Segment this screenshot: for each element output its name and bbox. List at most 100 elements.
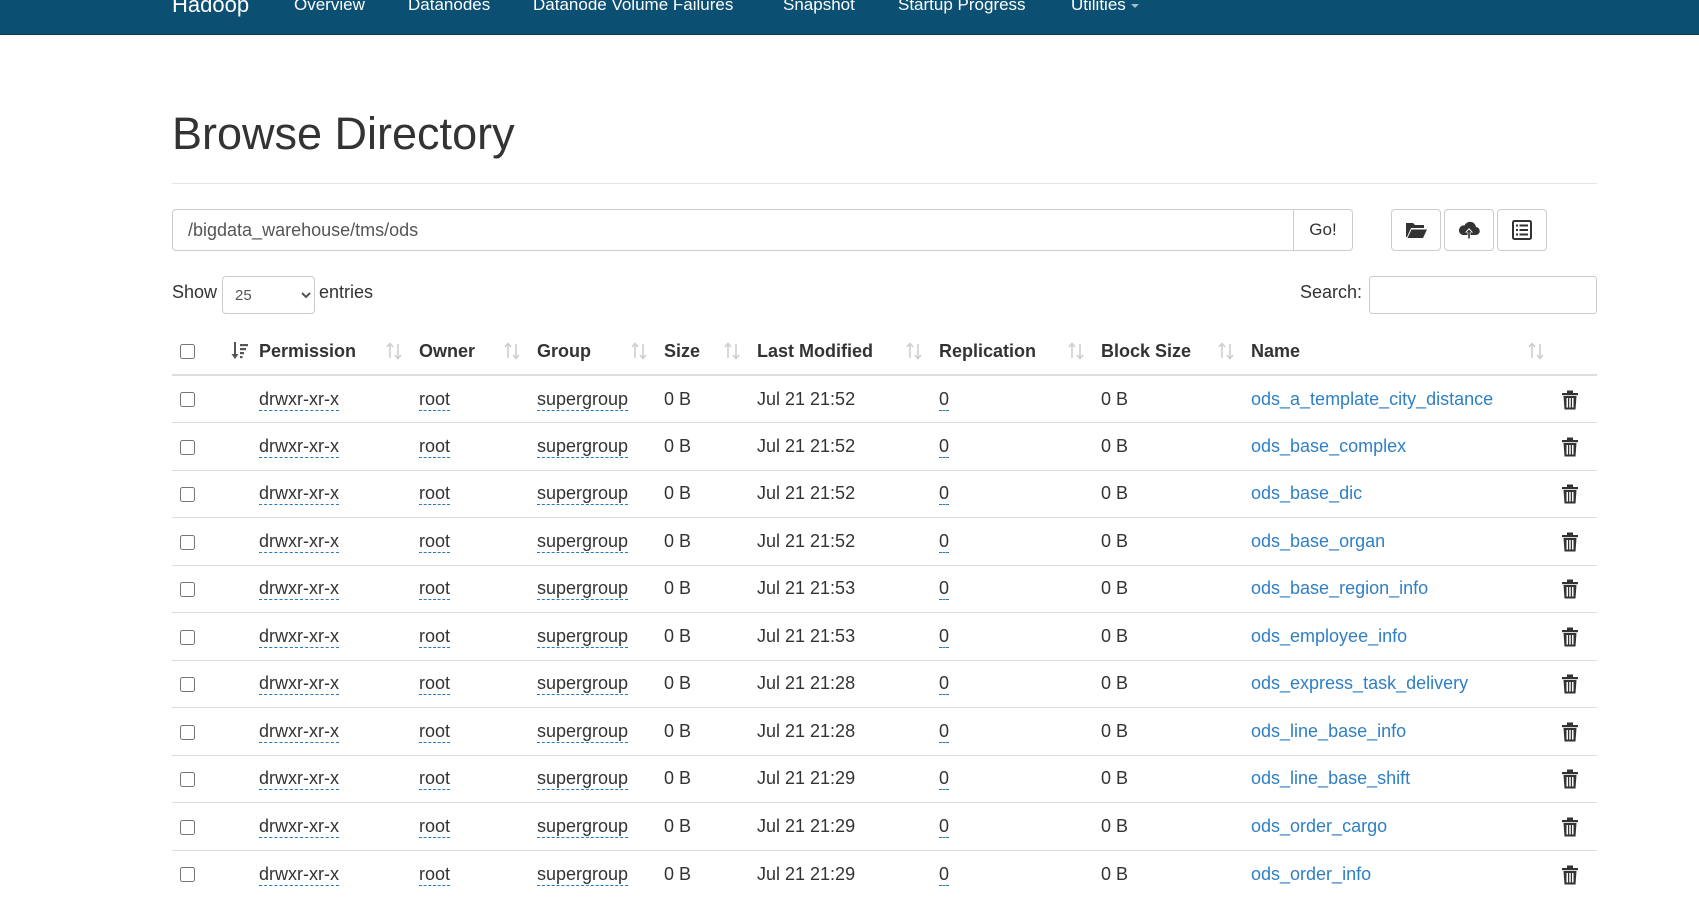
entries-per-page-select[interactable]: 25 bbox=[222, 276, 315, 314]
directory-link[interactable]: ods_line_base_shift bbox=[1251, 768, 1410, 788]
group-value[interactable]: supergroup bbox=[537, 578, 629, 601]
header-permission[interactable]: Permission bbox=[251, 328, 411, 376]
owner-value[interactable]: root bbox=[419, 768, 451, 791]
header-sort-default[interactable] bbox=[214, 328, 251, 376]
row-spacer-cell bbox=[214, 849, 251, 898]
owner-value[interactable]: root bbox=[419, 530, 451, 553]
row-checkbox[interactable] bbox=[180, 582, 195, 597]
delete-button[interactable] bbox=[1561, 436, 1579, 457]
nav-datanode-volume-failures[interactable]: Datanode Volume Failures bbox=[533, 0, 733, 15]
replication-value[interactable]: 0 bbox=[939, 768, 950, 791]
directory-link[interactable]: ods_order_cargo bbox=[1251, 816, 1387, 836]
delete-button[interactable] bbox=[1561, 578, 1579, 599]
permission-value[interactable]: drwxr-xr-x bbox=[259, 435, 339, 458]
row-checkbox[interactable] bbox=[180, 724, 195, 740]
replication-value[interactable]: 0 bbox=[939, 625, 950, 648]
nav-startup-progress[interactable]: Startup Progress bbox=[898, 0, 1026, 15]
group-cell: supergroup bbox=[529, 469, 656, 518]
delete-button[interactable] bbox=[1561, 816, 1579, 837]
header-last-modified[interactable]: Last Modified bbox=[749, 328, 931, 376]
group-value[interactable]: supergroup bbox=[537, 815, 629, 838]
delete-button[interactable] bbox=[1561, 388, 1579, 410]
delete-button[interactable] bbox=[1561, 531, 1579, 552]
owner-value[interactable]: root bbox=[419, 435, 451, 458]
cut-paste-button[interactable] bbox=[1497, 209, 1547, 251]
permission-value[interactable]: drwxr-xr-x bbox=[259, 483, 339, 506]
row-checkbox[interactable] bbox=[180, 439, 195, 455]
nav-snapshot[interactable]: Snapshot bbox=[783, 0, 855, 15]
path-input[interactable] bbox=[172, 209, 1294, 251]
directory-link[interactable]: ods_line_base_info bbox=[1251, 721, 1406, 741]
header-block-size[interactable]: Block Size bbox=[1093, 328, 1243, 376]
permission-value[interactable]: drwxr-xr-x bbox=[259, 625, 339, 648]
delete-button[interactable] bbox=[1561, 483, 1579, 504]
select-all-checkbox[interactable] bbox=[180, 344, 195, 360]
row-checkbox[interactable] bbox=[180, 534, 195, 550]
create-directory-button[interactable] bbox=[1391, 209, 1441, 251]
directory-link[interactable]: ods_base_complex bbox=[1251, 436, 1406, 456]
owner-value[interactable]: root bbox=[419, 578, 451, 601]
row-checkbox[interactable] bbox=[180, 629, 195, 645]
group-value[interactable]: supergroup bbox=[537, 673, 629, 696]
permission-value[interactable]: drwxr-xr-x bbox=[259, 673, 339, 696]
header-replication[interactable]: Replication bbox=[931, 328, 1093, 376]
nav-utilities[interactable]: Utilities bbox=[1071, 0, 1139, 15]
delete-button[interactable] bbox=[1561, 626, 1579, 647]
delete-button[interactable] bbox=[1561, 673, 1579, 694]
header-owner[interactable]: Owner bbox=[411, 328, 529, 376]
replication-value[interactable]: 0 bbox=[939, 530, 950, 553]
replication-value[interactable]: 0 bbox=[939, 673, 950, 696]
owner-value[interactable]: root bbox=[419, 720, 451, 743]
upload-button[interactable] bbox=[1444, 209, 1494, 251]
header-size[interactable]: Size bbox=[656, 328, 749, 376]
header-name[interactable]: Name bbox=[1243, 328, 1553, 376]
directory-link[interactable]: ods_base_dic bbox=[1251, 483, 1362, 503]
directory-link[interactable]: ods_a_template_city_distance bbox=[1251, 389, 1493, 409]
nav-overview[interactable]: Overview bbox=[294, 0, 365, 15]
group-value[interactable]: supergroup bbox=[537, 388, 629, 411]
owner-value[interactable]: root bbox=[419, 625, 451, 648]
group-value[interactable]: supergroup bbox=[537, 768, 629, 791]
permission-value[interactable]: drwxr-xr-x bbox=[259, 530, 339, 553]
directory-link[interactable]: ods_express_task_delivery bbox=[1251, 673, 1468, 693]
directory-link[interactable]: ods_base_region_info bbox=[1251, 578, 1428, 598]
row-checkbox[interactable] bbox=[180, 677, 195, 692]
group-value[interactable]: supergroup bbox=[537, 720, 629, 743]
row-checkbox[interactable] bbox=[180, 772, 195, 787]
owner-value[interactable]: root bbox=[419, 388, 451, 411]
directory-link[interactable]: ods_order_info bbox=[1251, 864, 1371, 884]
block-size-cell: 0 B bbox=[1093, 422, 1243, 470]
delete-button[interactable] bbox=[1561, 863, 1579, 885]
permission-value[interactable]: drwxr-xr-x bbox=[259, 768, 339, 791]
header-group[interactable]: Group bbox=[529, 328, 656, 376]
row-checkbox[interactable] bbox=[180, 487, 195, 502]
permission-value[interactable]: drwxr-xr-x bbox=[259, 720, 339, 743]
navbar-brand[interactable]: Hadoop bbox=[172, 0, 249, 18]
owner-value[interactable]: root bbox=[419, 815, 451, 838]
search-input[interactable] bbox=[1369, 276, 1597, 314]
directory-link[interactable]: ods_base_organ bbox=[1251, 531, 1385, 551]
group-value[interactable]: supergroup bbox=[537, 530, 629, 553]
row-checkbox[interactable] bbox=[180, 392, 195, 408]
permission-value[interactable]: drwxr-xr-x bbox=[259, 815, 339, 838]
replication-value[interactable]: 0 bbox=[939, 578, 950, 601]
header-label: Size bbox=[664, 340, 701, 361]
nav-datanodes[interactable]: Datanodes bbox=[408, 0, 490, 15]
owner-value[interactable]: root bbox=[419, 483, 451, 506]
delete-button[interactable] bbox=[1561, 768, 1579, 789]
replication-value[interactable]: 0 bbox=[939, 815, 950, 838]
replication-value[interactable]: 0 bbox=[939, 388, 950, 411]
permission-value[interactable]: drwxr-xr-x bbox=[259, 388, 339, 411]
replication-value[interactable]: 0 bbox=[939, 483, 950, 506]
permission-value[interactable]: drwxr-xr-x bbox=[259, 578, 339, 601]
go-button[interactable]: Go! bbox=[1293, 209, 1353, 251]
delete-button[interactable] bbox=[1561, 721, 1579, 742]
group-value[interactable]: supergroup bbox=[537, 435, 629, 458]
group-value[interactable]: supergroup bbox=[537, 625, 629, 648]
group-value[interactable]: supergroup bbox=[537, 483, 629, 506]
owner-value[interactable]: root bbox=[419, 673, 451, 696]
replication-value[interactable]: 0 bbox=[939, 720, 950, 743]
directory-link[interactable]: ods_employee_info bbox=[1251, 626, 1407, 646]
replication-value[interactable]: 0 bbox=[939, 435, 950, 458]
row-checkbox[interactable] bbox=[180, 819, 195, 835]
